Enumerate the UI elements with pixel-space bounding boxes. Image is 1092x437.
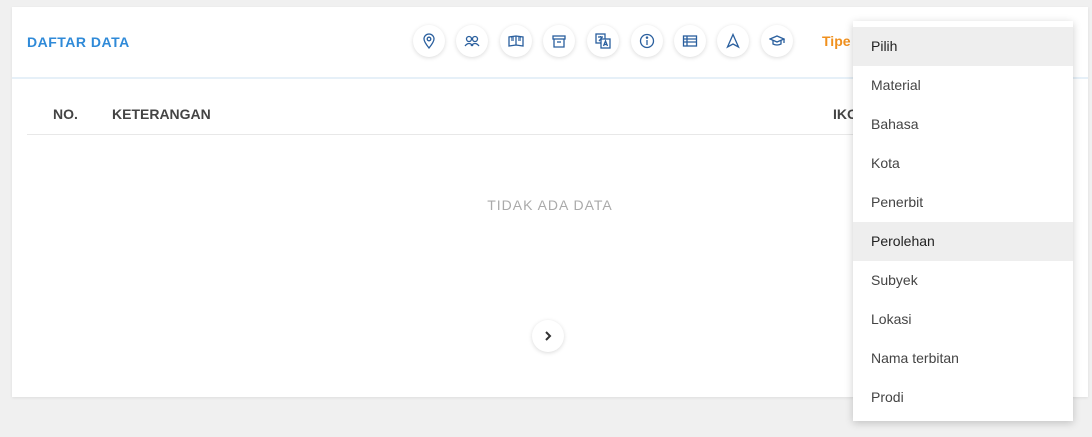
info-icon[interactable] bbox=[631, 25, 663, 57]
column-header-keterangan: KETERANGAN bbox=[112, 106, 211, 122]
dropdown-option-subyek[interactable]: Subyek bbox=[853, 261, 1073, 300]
dropdown-option-bahasa[interactable]: Bahasa bbox=[853, 105, 1073, 144]
chevron-right-icon bbox=[545, 331, 552, 341]
next-page-button[interactable] bbox=[532, 320, 564, 352]
translate-icon[interactable] bbox=[587, 25, 619, 57]
column-header-no: NO. bbox=[53, 106, 78, 122]
location-pin-icon[interactable] bbox=[413, 25, 445, 57]
dropdown-option-pilih[interactable]: Pilih bbox=[853, 27, 1073, 66]
tipe-dropdown-menu[interactable]: Pilih Material Bahasa Kota Penerbit Pero… bbox=[853, 21, 1073, 421]
dropdown-option-prodi[interactable]: Prodi bbox=[853, 378, 1073, 417]
dropdown-option-nama-terbitan[interactable]: Nama terbitan bbox=[853, 339, 1073, 378]
navigation-arrow-icon[interactable] bbox=[717, 25, 749, 57]
graduation-cap-icon[interactable] bbox=[761, 25, 793, 57]
tipe-filter-label[interactable]: Tipe bbox=[822, 33, 851, 49]
archive-box-icon[interactable] bbox=[543, 25, 575, 57]
dropdown-option-lokasi[interactable]: Lokasi bbox=[853, 300, 1073, 339]
page-title: DAFTAR DATA bbox=[27, 34, 130, 50]
users-icon[interactable] bbox=[456, 25, 488, 57]
dropdown-option-material[interactable]: Material bbox=[853, 66, 1073, 105]
dropdown-option-penerbit[interactable]: Penerbit bbox=[853, 183, 1073, 222]
dropdown-option-kota[interactable]: Kota bbox=[853, 144, 1073, 183]
book-open-icon[interactable] bbox=[500, 25, 532, 57]
dropdown-option-perolehan[interactable]: Perolehan bbox=[853, 222, 1073, 261]
table-icon[interactable] bbox=[674, 25, 706, 57]
